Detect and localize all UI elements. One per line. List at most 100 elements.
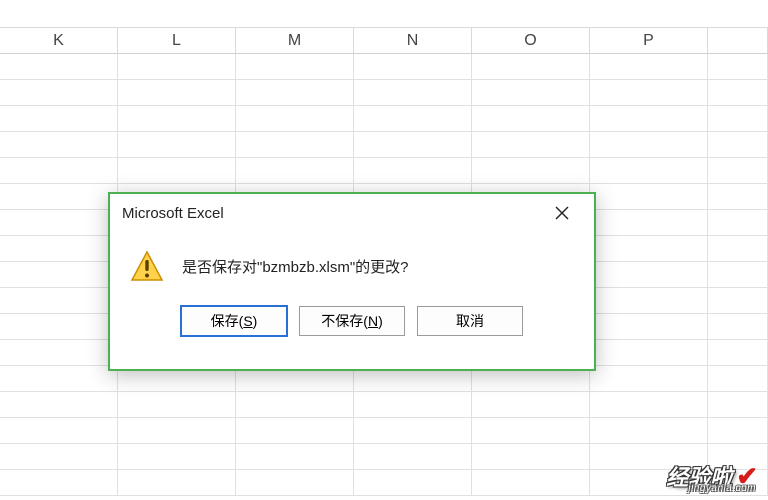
grid-row: [0, 54, 768, 80]
cell[interactable]: [472, 418, 590, 443]
cell[interactable]: [0, 314, 118, 339]
cell[interactable]: [708, 314, 768, 339]
cell[interactable]: [472, 54, 590, 79]
cell[interactable]: [354, 392, 472, 417]
cell[interactable]: [472, 158, 590, 183]
cell[interactable]: [472, 80, 590, 105]
cell[interactable]: [0, 418, 118, 443]
dont-save-button[interactable]: 不保存(N): [299, 306, 405, 336]
cell[interactable]: [236, 444, 354, 469]
grid-top-gap: [0, 0, 768, 28]
cell[interactable]: [118, 106, 236, 131]
cell[interactable]: [590, 418, 708, 443]
cell[interactable]: [236, 392, 354, 417]
cell[interactable]: [590, 340, 708, 365]
close-button[interactable]: [542, 198, 582, 228]
cell[interactable]: [590, 184, 708, 209]
cell[interactable]: [708, 392, 768, 417]
cell[interactable]: [354, 132, 472, 157]
cell[interactable]: [708, 288, 768, 313]
cell[interactable]: [590, 262, 708, 287]
cell[interactable]: [0, 158, 118, 183]
cell[interactable]: [472, 470, 590, 495]
cell[interactable]: [472, 392, 590, 417]
cell[interactable]: [708, 54, 768, 79]
cell[interactable]: [118, 54, 236, 79]
cell[interactable]: [590, 54, 708, 79]
cell[interactable]: [708, 132, 768, 157]
cell[interactable]: [236, 158, 354, 183]
cell[interactable]: [590, 210, 708, 235]
cell[interactable]: [354, 54, 472, 79]
cell[interactable]: [236, 106, 354, 131]
cell[interactable]: [708, 340, 768, 365]
cell[interactable]: [472, 132, 590, 157]
cell[interactable]: [708, 210, 768, 235]
cell[interactable]: [354, 470, 472, 495]
cell[interactable]: [236, 54, 354, 79]
cell[interactable]: [708, 80, 768, 105]
cell[interactable]: [118, 444, 236, 469]
cell[interactable]: [708, 184, 768, 209]
cell[interactable]: [236, 418, 354, 443]
cell[interactable]: [354, 158, 472, 183]
cell[interactable]: [354, 418, 472, 443]
column-label: M: [288, 32, 301, 50]
cell[interactable]: [0, 236, 118, 261]
cell[interactable]: [236, 80, 354, 105]
save-button[interactable]: 保存(S): [181, 306, 287, 336]
column-label: L: [172, 32, 181, 50]
cell[interactable]: [0, 340, 118, 365]
cell[interactable]: [236, 470, 354, 495]
cell[interactable]: [590, 366, 708, 391]
cell[interactable]: [118, 392, 236, 417]
cell[interactable]: [118, 418, 236, 443]
cancel-button[interactable]: 取消: [417, 306, 523, 336]
cell[interactable]: [118, 470, 236, 495]
grid-row: [0, 392, 768, 418]
cell[interactable]: [590, 314, 708, 339]
cell[interactable]: [354, 80, 472, 105]
cell[interactable]: [590, 288, 708, 313]
cell[interactable]: [0, 210, 118, 235]
cell[interactable]: [708, 158, 768, 183]
cell[interactable]: [236, 132, 354, 157]
column-header[interactable]: N: [354, 28, 472, 53]
cell[interactable]: [472, 106, 590, 131]
cell[interactable]: [0, 366, 118, 391]
column-label: N: [407, 32, 419, 50]
column-header[interactable]: M: [236, 28, 354, 53]
cell[interactable]: [118, 158, 236, 183]
cell[interactable]: [354, 106, 472, 131]
cell[interactable]: [708, 236, 768, 261]
cell[interactable]: [0, 106, 118, 131]
cell[interactable]: [0, 54, 118, 79]
cell[interactable]: [0, 444, 118, 469]
cell[interactable]: [590, 80, 708, 105]
cell[interactable]: [708, 418, 768, 443]
cell[interactable]: [354, 444, 472, 469]
cell[interactable]: [0, 392, 118, 417]
column-header[interactable]: O: [472, 28, 590, 53]
column-header[interactable]: P: [590, 28, 708, 53]
cell[interactable]: [118, 132, 236, 157]
cell[interactable]: [472, 444, 590, 469]
cell[interactable]: [590, 236, 708, 261]
cell[interactable]: [0, 262, 118, 287]
cell[interactable]: [0, 470, 118, 495]
cell[interactable]: [590, 132, 708, 157]
cell[interactable]: [708, 106, 768, 131]
cell[interactable]: [590, 392, 708, 417]
cell[interactable]: [590, 106, 708, 131]
cell[interactable]: [0, 288, 118, 313]
cell[interactable]: [0, 184, 118, 209]
cell[interactable]: [0, 80, 118, 105]
cell[interactable]: [0, 132, 118, 157]
column-header[interactable]: K: [0, 28, 118, 53]
cell[interactable]: [590, 158, 708, 183]
column-header[interactable]: L: [118, 28, 236, 53]
column-header[interactable]: [708, 28, 768, 53]
cell[interactable]: [118, 80, 236, 105]
cell[interactable]: [708, 366, 768, 391]
cell[interactable]: [708, 262, 768, 287]
